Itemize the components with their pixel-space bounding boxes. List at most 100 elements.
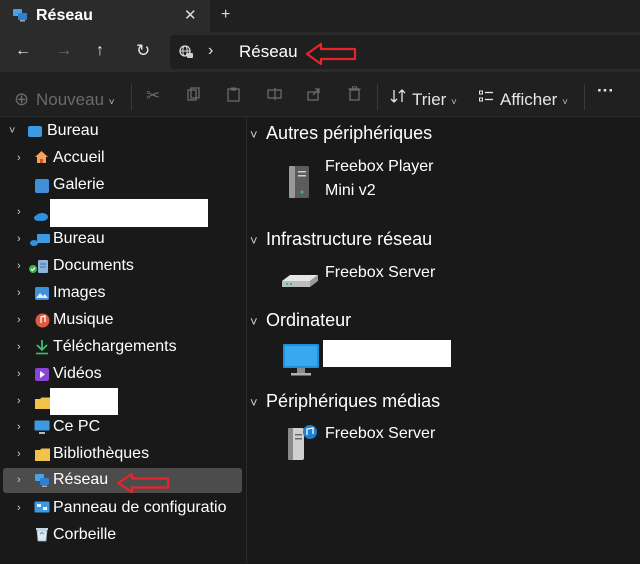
group-header-ordinateur[interactable]: ˅ Ordinateur — [250, 310, 351, 331]
recycle-bin-icon — [36, 527, 48, 547]
chevron-right-icon[interactable]: › — [17, 341, 21, 353]
divider — [584, 84, 585, 110]
sidebar-item-telechargements[interactable]: › Téléchargements — [0, 335, 246, 361]
chevron-down-icon: ˅ — [250, 314, 258, 329]
device-label-line1: Freebox Player — [325, 158, 434, 175]
red-arrow-annotation — [116, 472, 170, 494]
sort-icon — [390, 88, 406, 109]
copy-icon[interactable] — [187, 87, 201, 106]
device-freebox-server-infra[interactable]: Freebox Server — [280, 261, 480, 297]
red-arrow-annotation — [305, 42, 357, 66]
chevron-down-icon: ˅ — [451, 97, 457, 108]
sidebar-item-folder[interactable]: › — [0, 388, 246, 415]
chevron-down-icon: ˅ — [562, 97, 568, 108]
sidebar-item-label: Galerie — [53, 176, 105, 193]
computer-icon — [34, 420, 50, 440]
sidebar-item-images[interactable]: › Images — [0, 281, 246, 307]
sidebar-item-label: Accueil — [53, 149, 105, 166]
chevron-right-icon[interactable]: › — [17, 395, 21, 407]
group-label: Ordinateur — [266, 310, 352, 330]
device-freebox-player[interactable]: Freebox Player Mini v2 — [280, 155, 480, 207]
back-button[interactable]: ← — [15, 42, 31, 60]
group-header-peripheriques-medias[interactable]: ˅ Périphériques médias — [250, 391, 440, 412]
device-label: Freebox Server — [325, 425, 436, 442]
chevron-right-icon[interactable]: › — [17, 260, 21, 272]
network-icon — [12, 8, 28, 22]
tab-reseau[interactable] — [0, 0, 210, 32]
sidebar-item-accueil[interactable]: › Accueil — [0, 146, 246, 172]
sidebar-item-label: Bureau — [53, 230, 105, 247]
new-label: Nouveau — [36, 90, 105, 109]
desktop-icon — [28, 126, 42, 137]
network-icon — [34, 473, 50, 493]
sidebar-item-galerie[interactable]: Galerie — [0, 173, 246, 199]
up-button[interactable]: ↑ — [96, 42, 104, 60]
sidebar-item-label: Bureau — [47, 122, 99, 139]
chevron-right-icon[interactable]: › — [17, 448, 21, 460]
more-options-icon[interactable]: ··· — [597, 81, 614, 101]
new-tab-button[interactable]: + — [221, 6, 230, 24]
breadcrumb-reseau[interactable]: Réseau — [239, 42, 298, 62]
device-freebox-server-media[interactable]: Freebox Server — [280, 422, 480, 464]
sidebar-item-videos[interactable]: › Vidéos — [0, 362, 246, 388]
chevron-right-icon[interactable]: › — [17, 233, 21, 245]
chevron-right-icon[interactable]: › — [17, 474, 21, 486]
chevron-right-icon[interactable]: › — [17, 152, 21, 164]
sidebar-item-label: Documents — [53, 257, 134, 274]
group-header-infrastructure-reseau[interactable]: ˅ Infrastructure réseau — [250, 229, 432, 250]
chevron-down-icon: ˅ — [108, 97, 115, 108]
sidebar-item-documents[interactable]: › Documents — [0, 254, 246, 280]
monitor-icon — [282, 343, 320, 382]
delete-icon[interactable] — [348, 86, 361, 106]
sidebar-item-panneau-de-configuration[interactable]: › Panneau de configuratio — [0, 496, 246, 522]
chevron-right-icon[interactable]: › — [17, 314, 21, 326]
globe-network-icon — [179, 45, 193, 59]
device-computer[interactable] — [280, 340, 480, 380]
paste-icon[interactable] — [227, 87, 241, 107]
sidebar-item-bureau-root[interactable]: ˅ Bureau — [0, 119, 246, 145]
forward-button[interactable]: → — [56, 42, 72, 60]
chevron-right-icon[interactable]: › — [17, 421, 21, 433]
close-tab-icon[interactable]: ✕ — [184, 6, 197, 24]
chevron-down-icon: ˅ — [250, 127, 258, 142]
home-icon — [34, 150, 49, 169]
sidebar-item-bibliotheques[interactable]: › Bibliothèques — [0, 442, 246, 468]
chevron-down-icon[interactable]: ˅ — [9, 125, 15, 137]
media-server-icon — [284, 422, 320, 467]
new-button[interactable]: Nouveau ˅ — [36, 90, 115, 110]
sidebar-item-corbeille[interactable]: Corbeille — [0, 523, 246, 549]
music-icon — [35, 313, 50, 333]
share-icon[interactable] — [307, 87, 321, 106]
group-header-autres-peripheriques[interactable]: ˅ Autres périphériques — [250, 123, 432, 144]
sidebar-item-label: Téléchargements — [53, 338, 177, 355]
router-icon — [280, 271, 320, 296]
sidebar-item-musique[interactable]: › Musique — [0, 308, 246, 334]
sidebar-item-label: Bibliothèques — [53, 445, 150, 462]
chevron-down-icon: ˅ — [250, 395, 258, 410]
cut-icon[interactable]: ✂ — [146, 86, 160, 106]
redacted-label — [50, 388, 118, 415]
view-button[interactable]: Afficher ˅ — [500, 90, 568, 110]
group-label: Infrastructure réseau — [266, 229, 433, 249]
chevron-right-icon[interactable]: › — [17, 206, 21, 218]
sidebar-item-label: Ce PC — [53, 418, 101, 435]
chevron-right-icon[interactable]: › — [17, 287, 21, 299]
refresh-button[interactable]: ↻ — [136, 41, 150, 61]
rename-icon[interactable] — [267, 87, 282, 106]
chevron-down-icon: ˅ — [250, 233, 258, 248]
sidebar-item-label: Corbeille — [53, 526, 117, 543]
sidebar-item-onedrive[interactable]: › — [0, 199, 246, 227]
sidebar-item-label: Panneau de configuratio — [53, 499, 227, 516]
sidebar-item-bureau[interactable]: › Bureau — [0, 227, 246, 253]
group-label: Autres périphériques — [266, 123, 433, 143]
device-label: Freebox Server — [325, 264, 436, 281]
chevron-right-icon[interactable]: › — [17, 502, 21, 514]
chevron-right-icon[interactable]: › — [17, 368, 21, 380]
view-label: Afficher — [500, 90, 558, 109]
sidebar-item-ce-pc[interactable]: › Ce PC — [0, 415, 246, 441]
device-label-line2: Mini v2 — [325, 182, 376, 199]
view-icon — [479, 90, 494, 108]
sort-button[interactable]: Trier ˅ — [412, 90, 457, 110]
sidebar-item-label: Vidéos — [53, 365, 102, 382]
divider — [377, 84, 378, 110]
